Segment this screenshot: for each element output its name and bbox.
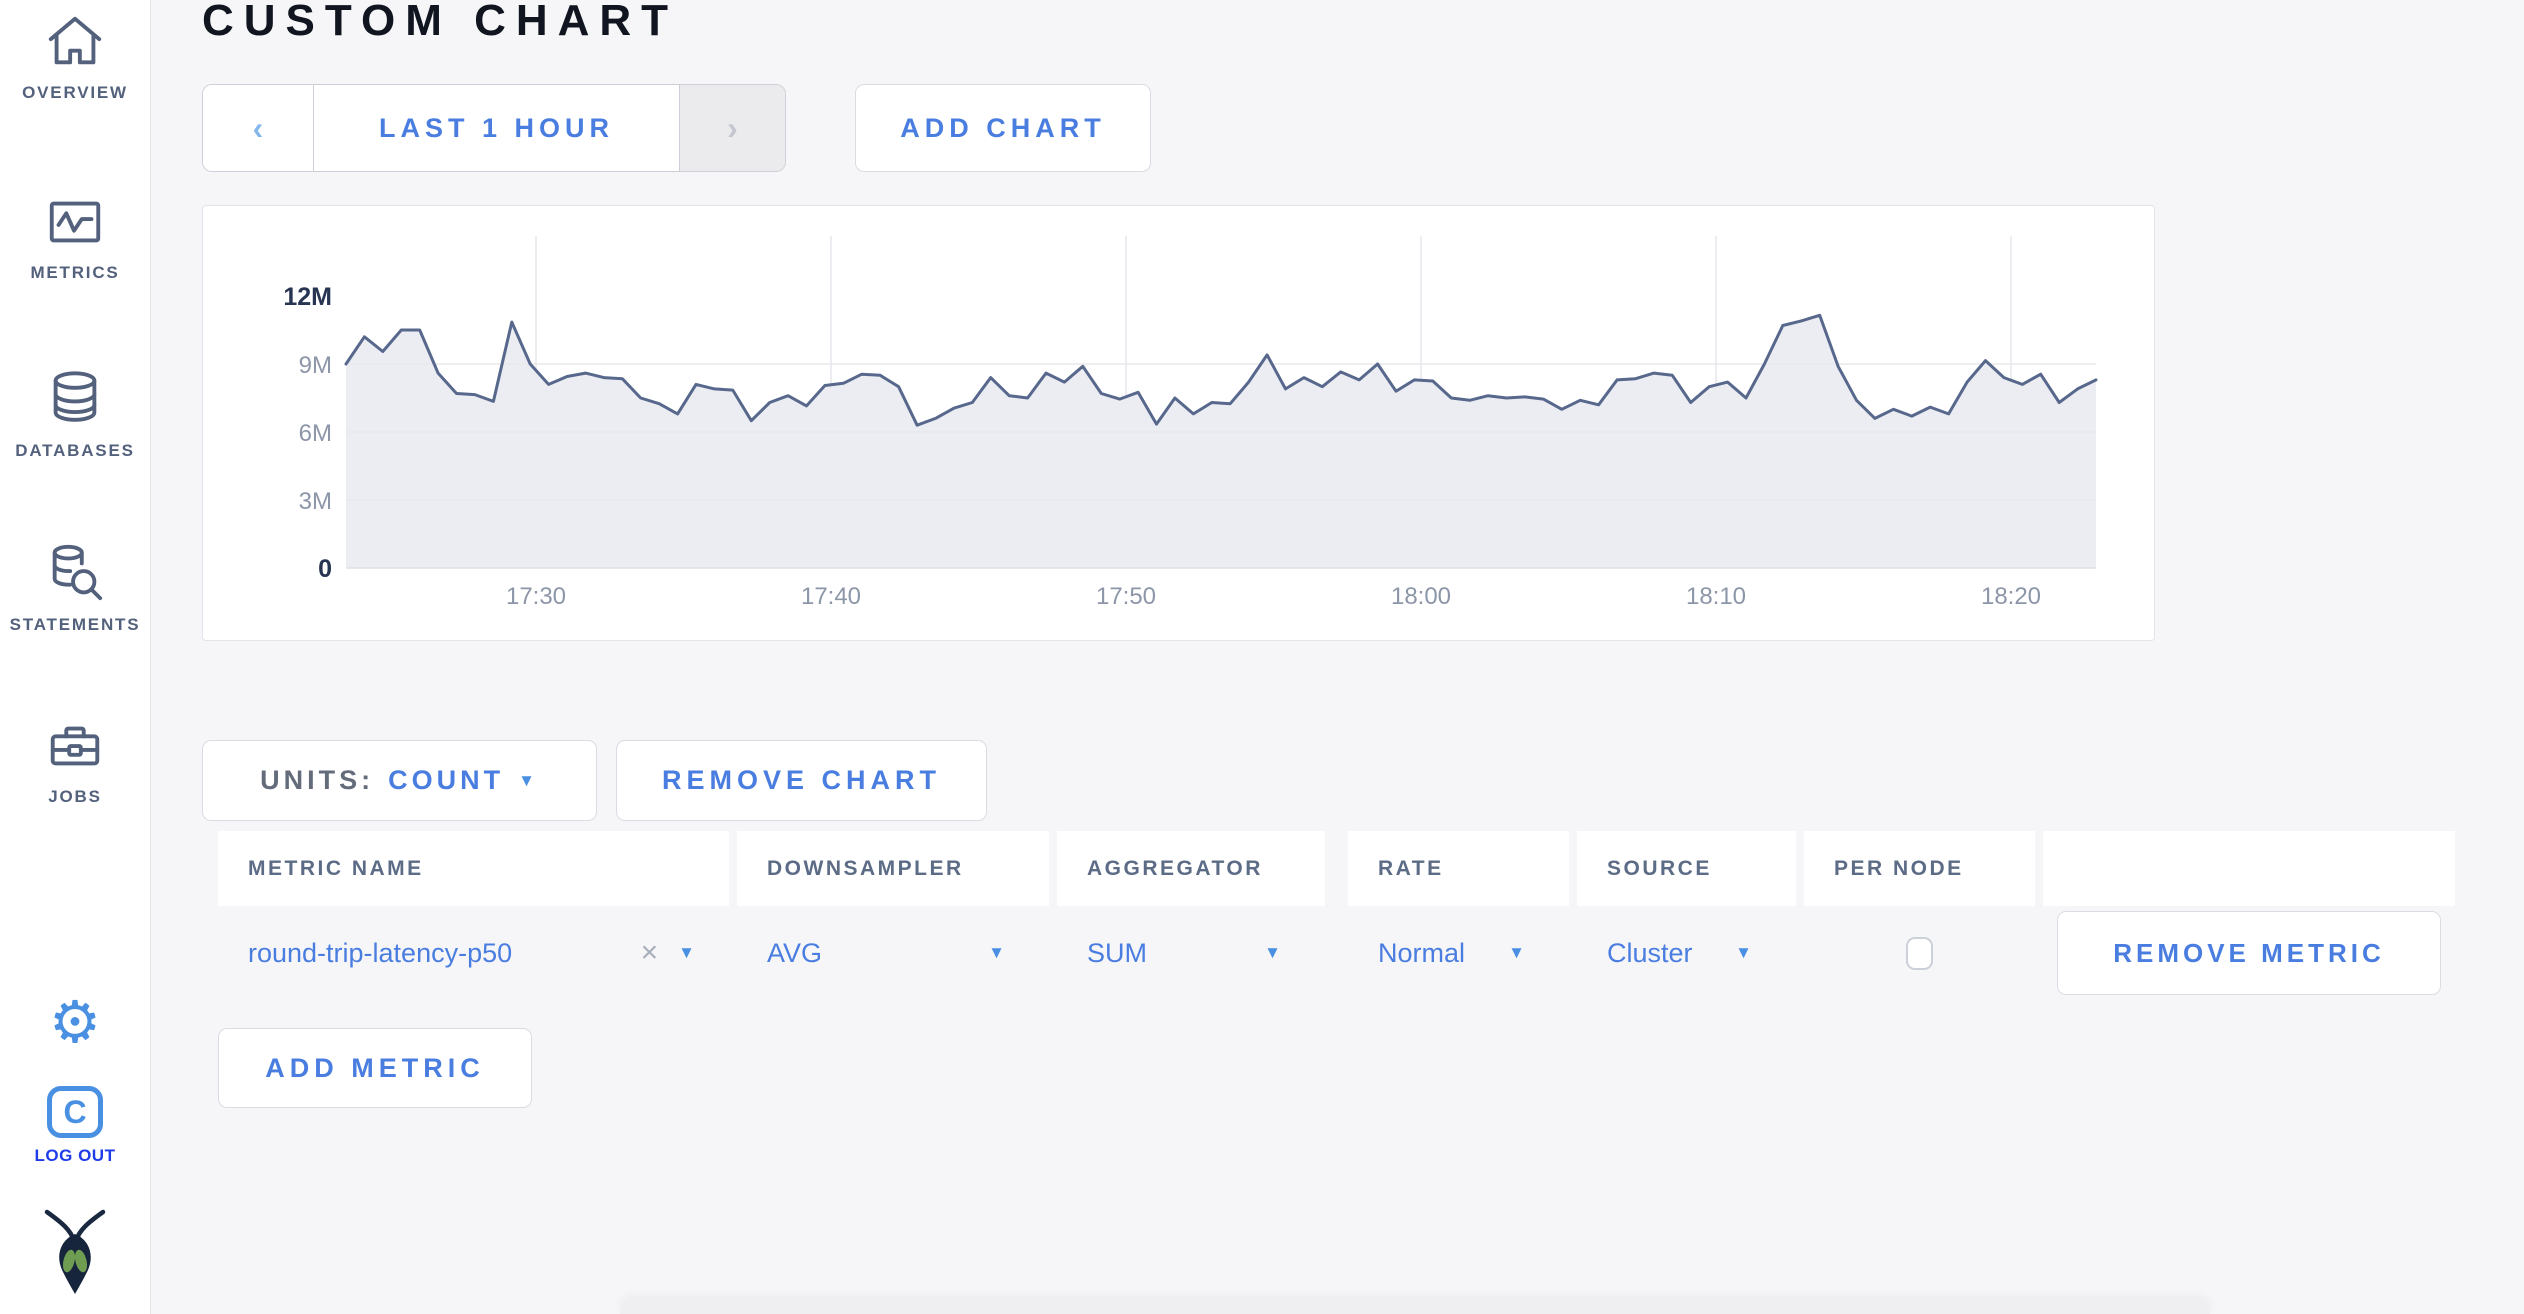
source-dropdown[interactable]: Cluster ▼ bbox=[1577, 906, 1796, 1000]
rate-value: Normal bbox=[1378, 937, 1466, 968]
svg-text:0: 0 bbox=[318, 555, 332, 583]
metric-name-controls: × ▼ bbox=[641, 938, 695, 968]
logout-label: LOG OUT bbox=[34, 1146, 116, 1165]
column-header-source: SOURCE bbox=[1577, 831, 1796, 906]
remove-chart-button[interactable]: REMOVE CHART bbox=[616, 740, 987, 821]
sidebar-item-metrics[interactable]: METRICS bbox=[0, 190, 150, 283]
units-label: UNITS: bbox=[260, 765, 375, 795]
sidebar-item-overview[interactable]: OVERVIEW bbox=[0, 10, 150, 103]
sidebar-item-statements[interactable]: STATEMENTS bbox=[0, 540, 150, 635]
metrics-table: METRIC NAME DOWNSAMPLER AGGREGATOR RATE … bbox=[218, 831, 2455, 1000]
svg-text:17:30: 17:30 bbox=[506, 583, 566, 610]
chart-controls-row: UNITS: COUNT ▼ REMOVE CHART bbox=[202, 740, 987, 821]
metric-actions-cell: REMOVE METRIC bbox=[2043, 906, 2455, 1000]
add-chart-button[interactable]: ADD CHART bbox=[855, 84, 1151, 172]
svg-text:9M: 9M bbox=[299, 352, 332, 379]
chevron-down-icon: ▼ bbox=[518, 770, 539, 790]
time-toolbar: ‹ LAST 1 HOUR › ADD CHART bbox=[202, 84, 1151, 172]
cockroach-logo bbox=[0, 1208, 150, 1305]
chevron-left-icon: ‹ bbox=[252, 109, 264, 146]
aggregator-value: SUM bbox=[1087, 937, 1147, 968]
metric-row: round-trip-latency-p50 × ▼ AVG ▼ SUM ▼ N… bbox=[218, 906, 2455, 1000]
svg-text:18:20: 18:20 bbox=[1981, 583, 2041, 610]
downsampler-value: AVG bbox=[767, 937, 823, 968]
clear-metric-icon[interactable]: × bbox=[641, 938, 659, 968]
gear-icon: ⚙ bbox=[49, 990, 101, 1055]
settings-button[interactable]: ⚙ bbox=[0, 992, 150, 1054]
rate-dropdown[interactable]: Normal ▼ bbox=[1348, 906, 1569, 1000]
database-icon bbox=[44, 366, 106, 432]
time-range-prev-button[interactable]: ‹ bbox=[203, 85, 314, 171]
per-node-checkbox[interactable] bbox=[1906, 936, 1933, 970]
page-title: CUSTOM CHART bbox=[202, 0, 679, 45]
column-header-rate: RATE bbox=[1348, 831, 1569, 906]
column-header-per-node: PER NODE bbox=[1804, 831, 2035, 906]
cockroach-bug-icon bbox=[43, 1208, 107, 1305]
main-content: CUSTOM CHART ‹ LAST 1 HOUR › ADD CHART 1… bbox=[151, 0, 2524, 1314]
sidebar-item-label: OVERVIEW bbox=[22, 83, 128, 102]
svg-text:3M: 3M bbox=[299, 488, 332, 515]
source-value: Cluster bbox=[1607, 937, 1693, 968]
add-metric-button[interactable]: ADD METRIC bbox=[218, 1028, 532, 1108]
chevron-right-icon: › bbox=[727, 109, 738, 146]
column-header-actions bbox=[2043, 831, 2455, 906]
chevron-down-icon: ▼ bbox=[1508, 943, 1525, 962]
aggregator-dropdown[interactable]: SUM ▼ bbox=[1057, 906, 1325, 1000]
chart-card: 17:30 17:40 17:50 18:00 18:10 18:20 12M 9M 6M 3M 0 bbox=[202, 205, 2155, 641]
sidebar-item-databases[interactable]: DATABASES bbox=[0, 366, 150, 461]
svg-text:12M: 12M bbox=[283, 283, 332, 311]
custom-chart-area-chart: 17:30 17:40 17:50 18:00 18:10 18:20 12M 9M 6M 3M 0 bbox=[283, 236, 2098, 610]
metric-name-cell: round-trip-latency-p50 × ▼ bbox=[218, 906, 729, 1000]
svg-text:6M: 6M bbox=[299, 420, 332, 447]
sidebar-item-label: JOBS bbox=[48, 787, 102, 806]
jobs-icon bbox=[44, 716, 106, 778]
column-header-downsampler: DOWNSAMPLER bbox=[737, 831, 1049, 906]
chevron-down-icon: ▼ bbox=[1735, 943, 1752, 962]
cockroach-c-icon: C bbox=[47, 1086, 103, 1138]
bottom-sheet-edge bbox=[620, 1299, 2210, 1314]
time-range-next-button[interactable]: › bbox=[679, 85, 785, 171]
time-range-selector: ‹ LAST 1 HOUR › bbox=[202, 84, 786, 172]
metric-name-dropdown[interactable]: round-trip-latency-p50 bbox=[248, 938, 512, 969]
chevron-down-icon: ▼ bbox=[988, 943, 1005, 962]
home-icon bbox=[44, 10, 106, 74]
svg-text:18:10: 18:10 bbox=[1686, 583, 1746, 610]
sidebar-item-label: METRICS bbox=[30, 263, 120, 282]
metrics-table-header: METRIC NAME DOWNSAMPLER AGGREGATOR RATE … bbox=[218, 831, 2455, 906]
metrics-icon bbox=[44, 190, 106, 254]
c-badge-letter: C bbox=[63, 1093, 87, 1130]
chevron-down-icon[interactable]: ▼ bbox=[678, 943, 695, 963]
column-header-metric-name: METRIC NAME bbox=[218, 831, 729, 906]
logout-button[interactable]: C LOG OUT bbox=[0, 1086, 150, 1166]
sidebar-item-label: STATEMENTS bbox=[9, 615, 141, 634]
downsampler-dropdown[interactable]: AVG ▼ bbox=[737, 906, 1049, 1000]
sidebar: OVERVIEW METRICS DATABASES STATEMENTS JO… bbox=[0, 0, 151, 1314]
svg-text:18:00: 18:00 bbox=[1391, 583, 1451, 610]
remove-metric-button[interactable]: REMOVE METRIC bbox=[2057, 911, 2441, 995]
chevron-down-icon: ▼ bbox=[1264, 943, 1281, 962]
column-gap bbox=[1333, 831, 1340, 906]
sidebar-item-jobs[interactable]: JOBS bbox=[0, 716, 150, 807]
units-value: COUNT bbox=[388, 765, 505, 795]
statements-icon bbox=[44, 540, 106, 606]
svg-text:17:50: 17:50 bbox=[1096, 583, 1156, 610]
sidebar-item-label: DATABASES bbox=[15, 441, 135, 460]
units-dropdown[interactable]: UNITS: COUNT ▼ bbox=[202, 740, 597, 821]
svg-text:17:40: 17:40 bbox=[801, 583, 861, 610]
per-node-cell bbox=[1804, 906, 2035, 1000]
time-range-dropdown[interactable]: LAST 1 HOUR bbox=[314, 85, 679, 171]
column-header-aggregator: AGGREGATOR bbox=[1057, 831, 1325, 906]
